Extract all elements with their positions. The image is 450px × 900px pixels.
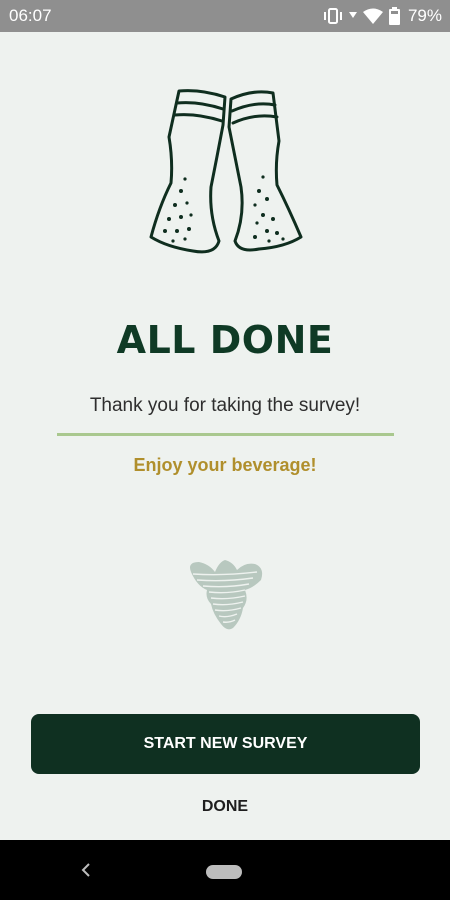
done-button[interactable]: DONE [150, 790, 300, 824]
status-bar: 06:07 79% [0, 0, 450, 32]
navigation-bar [0, 840, 450, 900]
battery-icon [388, 7, 400, 25]
vibrate-icon [323, 7, 343, 25]
beer-glasses-cheers-icon [145, 87, 305, 282]
thanks-message: Thank you for taking the survey! [89, 395, 361, 416]
status-icons: 79% [323, 5, 442, 27]
home-pill-icon[interactable] [206, 865, 242, 879]
page-title: ALL DONE [116, 318, 334, 362]
brand-leaf-logo [183, 558, 267, 632]
status-time: 06:07 [9, 6, 52, 25]
enjoy-message: Enjoy your beverage! [133, 455, 317, 475]
start-new-survey-button[interactable]: START NEW SURVEY [31, 714, 420, 774]
divider [57, 433, 394, 436]
signal-icon [348, 12, 357, 20]
battery-percent: 79% [407, 6, 442, 25]
back-icon[interactable] [80, 862, 92, 883]
wifi-icon [362, 8, 383, 24]
